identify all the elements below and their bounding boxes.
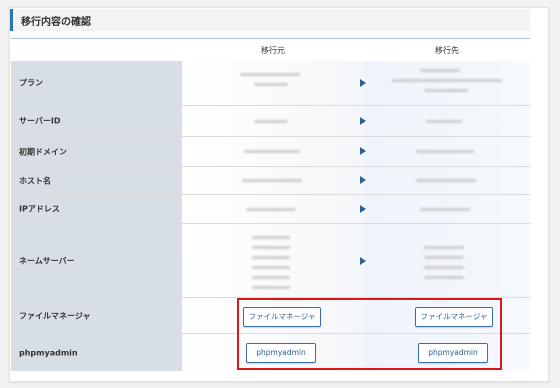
destination-value-nameserver: [364, 224, 530, 297]
source-value-plan: [182, 61, 364, 105]
row-plan: プラン: [11, 61, 530, 106]
row-label-plan: プラン: [19, 78, 43, 88]
row-label-file-manager: ファイルマネージャ: [19, 311, 91, 320]
destination-value-server-id: [364, 106, 530, 136]
table-top-border: [11, 38, 530, 39]
arrow-right-icon: [360, 117, 366, 125]
destination-value-hostname: [364, 167, 530, 194]
arrow-right-icon: [360, 147, 366, 155]
destination-value-initial-domain: [364, 137, 530, 166]
source-value-hostname: [182, 167, 364, 194]
destination-value-plan: [364, 61, 530, 105]
row-label-hostname: ホスト名: [19, 176, 51, 185]
source-value-initial-domain: [182, 137, 364, 166]
row-initial-domain: 初期ドメイン: [11, 137, 530, 167]
row-label-initial-domain: 初期ドメイン: [19, 147, 67, 156]
source-value-nameserver: [182, 224, 364, 297]
row-server-id: サーバーID: [11, 106, 530, 137]
column-header-source: 移行元: [261, 46, 285, 55]
row-hostname: ホスト名: [11, 167, 530, 195]
row-label-nameserver: ネームサーバー: [19, 256, 75, 265]
row-nameserver: ネームサーバー: [11, 224, 530, 298]
destination-value-ip-address: [364, 195, 530, 223]
arrow-right-icon: [360, 176, 366, 184]
row-label-ip-address: IPアドレス: [19, 204, 60, 214]
arrow-right-icon: [360, 205, 366, 213]
arrow-right-icon: [360, 257, 366, 265]
section-header: 移行内容の確認: [10, 9, 530, 31]
file-manager-source-button[interactable]: ファイルマネージャ: [243, 307, 321, 327]
source-value-ip-address: [182, 195, 364, 223]
source-value-server-id: [182, 106, 364, 136]
row-label-server-id: サーバーID: [19, 116, 61, 126]
arrow-right-icon: [360, 79, 366, 87]
file-manager-destination-button[interactable]: ファイルマネージャ: [415, 307, 493, 327]
column-header-destination: 移行先: [435, 46, 459, 55]
row-ip-address: IPアドレス: [11, 195, 530, 224]
row-label-phpmyadmin: phpmyadmin: [19, 348, 78, 357]
section-title: 移行内容の確認: [21, 17, 91, 28]
phpmyadmin-source-button[interactable]: phpmyadmin: [246, 343, 316, 363]
phpmyadmin-destination-button[interactable]: phpmyadmin: [418, 343, 488, 363]
